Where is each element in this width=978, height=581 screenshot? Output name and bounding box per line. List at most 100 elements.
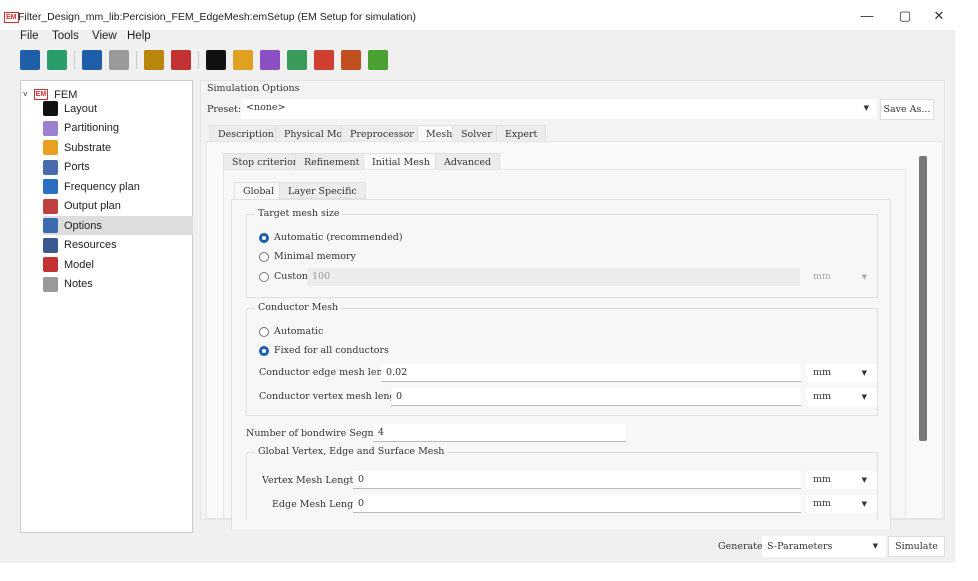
tree-item-label: Resources bbox=[64, 239, 117, 251]
radio-minimal-memory[interactable]: Minimal memory bbox=[259, 251, 356, 262]
radio-icon bbox=[259, 271, 269, 282]
menu-view[interactable]: View bbox=[92, 30, 117, 42]
tree-item-label: Layout bbox=[64, 102, 98, 115]
tab-solver[interactable]: Solver bbox=[452, 125, 501, 142]
color-map-icon[interactable] bbox=[314, 50, 334, 70]
partitioning-icon bbox=[43, 120, 58, 136]
field-icon[interactable] bbox=[368, 50, 388, 70]
tree-item-label: Output plan bbox=[64, 200, 121, 212]
tree-item-label: Substrate bbox=[64, 141, 112, 154]
save-as-button[interactable]: Save As... bbox=[880, 99, 934, 120]
target-mesh-group: Target mesh size Automatic (recommended)… bbox=[246, 208, 878, 298]
chevron-down-icon: ˅ bbox=[23, 90, 28, 99]
conductor-mesh-group: Conductor Mesh Automatic Fixed for all c… bbox=[246, 302, 878, 416]
tree-item-substrate[interactable]: Substrate bbox=[43, 138, 193, 157]
scrollbar-thumb[interactable] bbox=[919, 156, 927, 441]
radio-custom[interactable]: Custom bbox=[259, 271, 311, 282]
save-icon[interactable] bbox=[20, 50, 40, 70]
toolbar bbox=[20, 48, 388, 72]
tab-refinement[interactable]: Refinement bbox=[295, 153, 369, 170]
menu-tools[interactable]: Tools bbox=[52, 30, 79, 42]
app-logo: EM bbox=[4, 12, 19, 23]
tree-item-output-plan[interactable]: Output plan bbox=[43, 197, 193, 216]
tree-item-frequency-plan[interactable]: Frequency plan bbox=[43, 177, 193, 196]
layout-icon[interactable] bbox=[206, 50, 226, 70]
conductor-vertex-label: Conductor vertex mesh length: bbox=[259, 391, 409, 402]
tree-item-label: Frequency plan bbox=[64, 180, 140, 193]
tab-initial-mesh[interactable]: Initial Mesh bbox=[363, 153, 439, 170]
substrate-icon bbox=[43, 140, 58, 155]
radio-checked-icon bbox=[259, 232, 269, 243]
box-icon[interactable] bbox=[287, 50, 307, 70]
vertex-mesh-input[interactable]: 0 bbox=[353, 471, 801, 489]
conductor-edge-input[interactable]: 0.02 bbox=[381, 364, 801, 382]
radio-fixed-conductors[interactable]: Fixed for all conductors bbox=[259, 345, 389, 356]
edge-mesh-unit-select[interactable]: mm ▼ bbox=[805, 495, 877, 513]
toolbar-separator bbox=[136, 51, 137, 69]
radio-automatic-recommended[interactable]: Automatic (recommended) bbox=[259, 232, 403, 243]
tree-item-label: Model bbox=[64, 258, 94, 271]
custom-size-input[interactable]: 100 bbox=[307, 268, 800, 286]
vertex-mesh-unit-select[interactable]: mm ▼ bbox=[805, 471, 877, 489]
options-icon bbox=[43, 218, 58, 233]
tab-advanced[interactable]: Advanced bbox=[435, 153, 501, 170]
panel-header: Simulation Options bbox=[207, 83, 300, 94]
custom-unit-select[interactable]: mm ▼ bbox=[805, 268, 877, 286]
tree-item-label: Ports bbox=[64, 161, 90, 173]
em-stop-icon[interactable] bbox=[171, 50, 191, 70]
global-mesh-title: Global Vertex, Edge and Surface Mesh bbox=[255, 446, 448, 457]
tree-item-options[interactable]: Options bbox=[43, 216, 193, 235]
conductor-vertex-unit-select[interactable]: mm ▼ bbox=[805, 388, 877, 406]
generate-select[interactable]: S-Parameters ▼ bbox=[762, 536, 886, 557]
resources-icon bbox=[43, 237, 58, 253]
minimize-button[interactable]: — bbox=[857, 8, 877, 23]
substrate-icon[interactable] bbox=[233, 50, 253, 70]
radio-checked-icon bbox=[259, 345, 269, 356]
conductor-edge-unit-select[interactable]: mm ▼ bbox=[805, 364, 877, 382]
tree-item-notes[interactable]: Notes bbox=[43, 275, 193, 294]
component-icon[interactable] bbox=[341, 50, 361, 70]
menu-help[interactable]: Help bbox=[127, 30, 151, 42]
preset-label: Preset: bbox=[207, 104, 242, 115]
conductor-vertex-input[interactable]: 0 bbox=[391, 388, 801, 406]
radio-icon bbox=[259, 326, 269, 337]
em-simulate-icon[interactable] bbox=[144, 50, 164, 70]
radio-conductor-automatic[interactable]: Automatic bbox=[259, 326, 323, 337]
generate-label: Generate: bbox=[718, 541, 766, 552]
setup-tree: ˅ EM FEM Layout Partitioning Substrate Port… bbox=[20, 80, 193, 533]
simulate-button[interactable]: Simulate bbox=[888, 536, 945, 557]
close-button[interactable]: ✕ bbox=[929, 8, 949, 24]
output-plan-icon bbox=[43, 198, 58, 214]
tree-item-ports[interactable]: Ports bbox=[43, 158, 193, 177]
tab-expert[interactable]: Expert bbox=[496, 125, 547, 142]
tab-global[interactable]: Global bbox=[234, 182, 284, 199]
port-icon[interactable] bbox=[260, 50, 280, 70]
tree-item-model[interactable]: Model bbox=[43, 255, 193, 274]
layout-icon bbox=[43, 101, 58, 116]
redo-icon[interactable] bbox=[109, 50, 129, 70]
tab-layer-specific[interactable]: Layer Specific bbox=[279, 182, 366, 199]
vertex-mesh-label: Vertex Mesh Length: bbox=[262, 475, 363, 486]
ports-icon bbox=[43, 159, 58, 175]
tree-item-resources[interactable]: Resources bbox=[43, 236, 193, 255]
restore-button[interactable]: ▢ bbox=[895, 8, 915, 24]
undo-icon[interactable] bbox=[82, 50, 102, 70]
bondwire-input[interactable]: 4 bbox=[373, 424, 626, 442]
simulation-options-panel: Simulation Options Preset: <none> ▼ Save … bbox=[200, 80, 945, 529]
tree-item-label: Partitioning bbox=[64, 122, 120, 134]
tree-item-label: Options bbox=[64, 219, 102, 232]
preset-select[interactable]: <none> ▼ bbox=[241, 99, 877, 119]
frequency-icon bbox=[43, 179, 58, 194]
tree-item-layout[interactable]: Layout bbox=[43, 99, 193, 118]
tab-description[interactable]: Description bbox=[209, 125, 283, 142]
title-bar: EM Filter_Design_mm_lib:Percision_FEM_Ed… bbox=[0, 0, 978, 30]
tab-preprocessor[interactable]: Preprocessor bbox=[341, 125, 423, 142]
notes-icon bbox=[43, 276, 58, 292]
tree-item-label: Notes bbox=[64, 278, 93, 290]
model-icon bbox=[43, 257, 58, 272]
window-title: Filter_Design_mm_lib:Percision_FEM_EdgeM… bbox=[18, 11, 416, 23]
em-import-icon[interactable] bbox=[47, 50, 67, 70]
tree-item-partitioning[interactable]: Partitioning bbox=[43, 119, 193, 138]
menu-file[interactable]: File bbox=[20, 30, 39, 42]
edge-mesh-input[interactable]: 0 bbox=[353, 495, 801, 513]
